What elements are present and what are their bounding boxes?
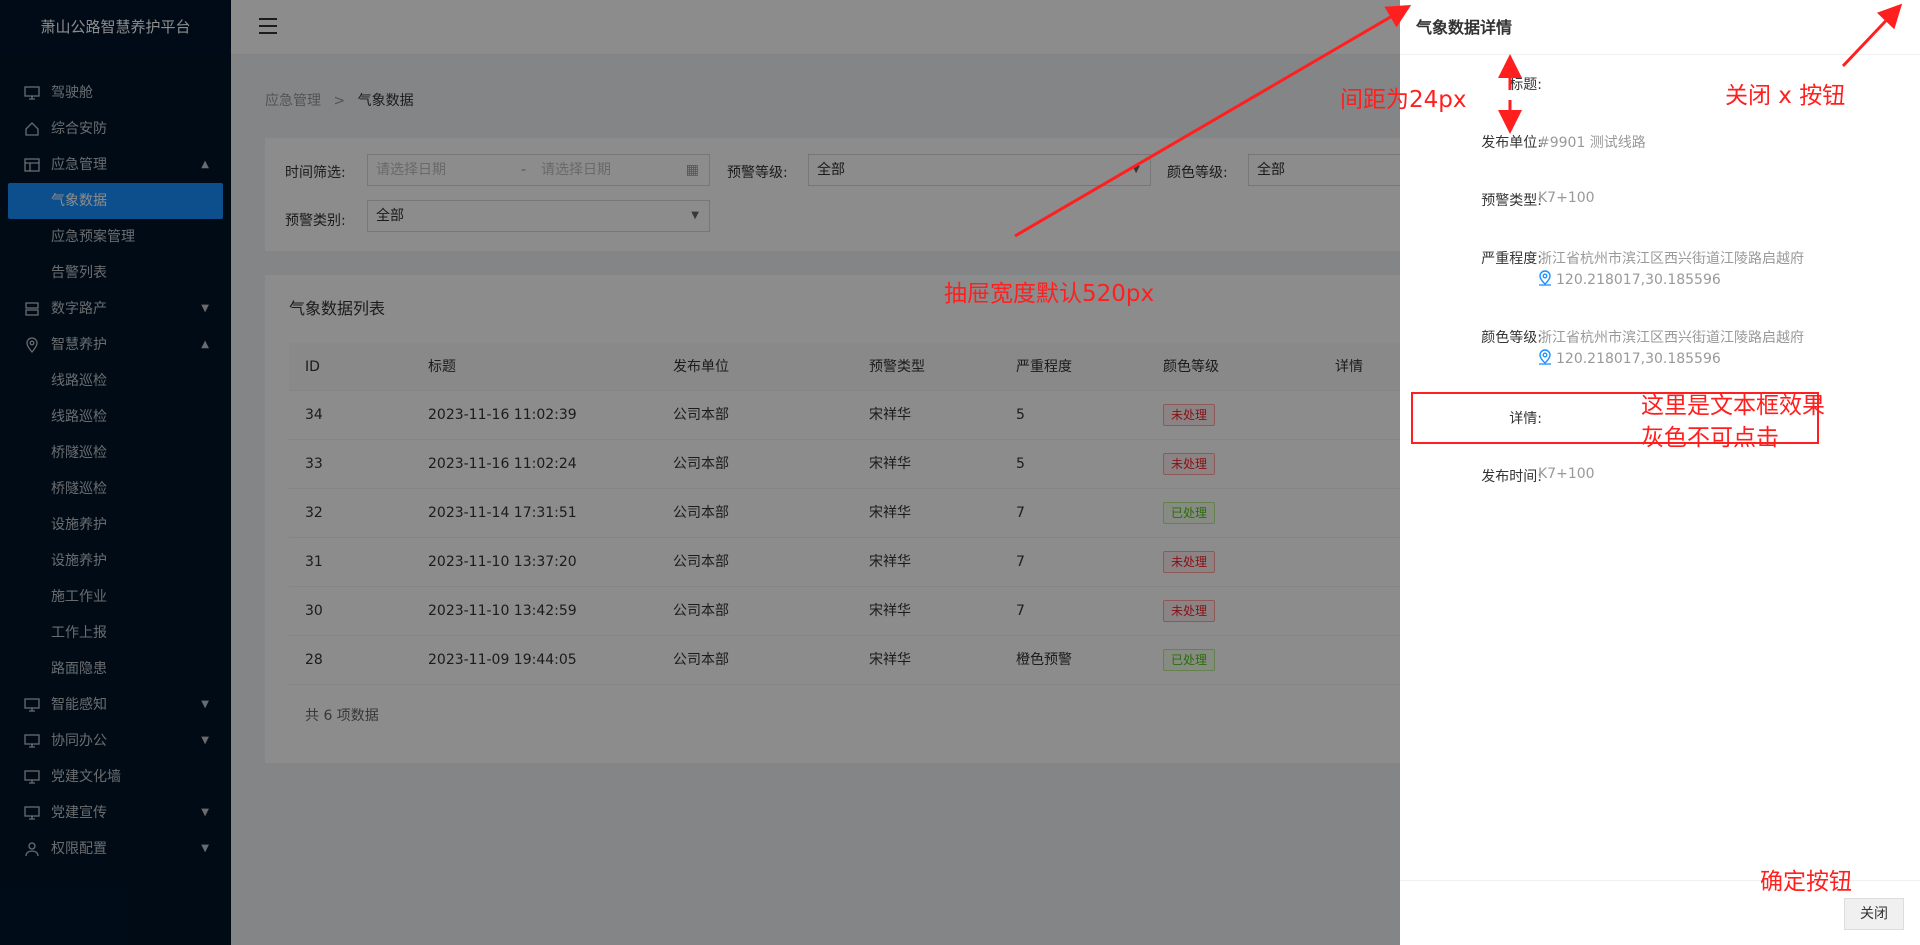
field-time-value: K7+100 [1538,466,1595,482]
field-color-coord: 120.218017,30.185596 [1556,351,1721,367]
annotation-drawer-width: 抽屉宽度默认520px [944,281,1155,307]
field-severity-coord: 120.218017,30.185596 [1556,272,1721,288]
field-unit-label: 发布单位: [1481,135,1542,151]
location-pin-icon [1539,270,1551,286]
annotation-close-x: 关闭 x 按钮 [1725,83,1846,109]
field-unit-value: #9901 测试线路 [1538,135,1646,151]
field-severity-value: 浙江省杭州市滨江区西兴街道江陵路启越府 [1538,251,1804,267]
field-title-label: 标题: [1509,77,1542,93]
annotation-confirm: 确定按钮 [1760,869,1852,895]
drawer-mask[interactable] [0,0,1400,945]
field-severity-label: 严重程度: [1481,251,1542,267]
drawer-title: 气象数据详情 [1400,0,1920,55]
annotation-spacing: 间距为24px [1340,87,1467,113]
detail-drawer: 气象数据详情 标题: 发布单位: #9901 测试线路 预警类型: K7+100… [1400,0,1920,945]
field-severity-location[interactable]: 120.218017,30.185596 [1538,270,1721,288]
field-type-label: 预警类型: [1481,193,1542,209]
field-time-label: 发布时间: [1481,469,1542,485]
field-color-value: 浙江省杭州市滨江区西兴街道江陵路启越府 [1538,330,1804,346]
close-button[interactable]: 关闭 [1844,898,1904,930]
field-color-location[interactable]: 120.218017,30.185596 [1538,349,1721,367]
location-pin-icon [1539,349,1551,365]
annotation-textbox-line2: 灰色不可点击 [1641,425,1779,451]
field-type-value: K7+100 [1538,190,1595,206]
annotation-textbox-line1: 这里是文本框效果 [1641,393,1825,419]
field-color-label: 颜色等级: [1481,330,1542,346]
